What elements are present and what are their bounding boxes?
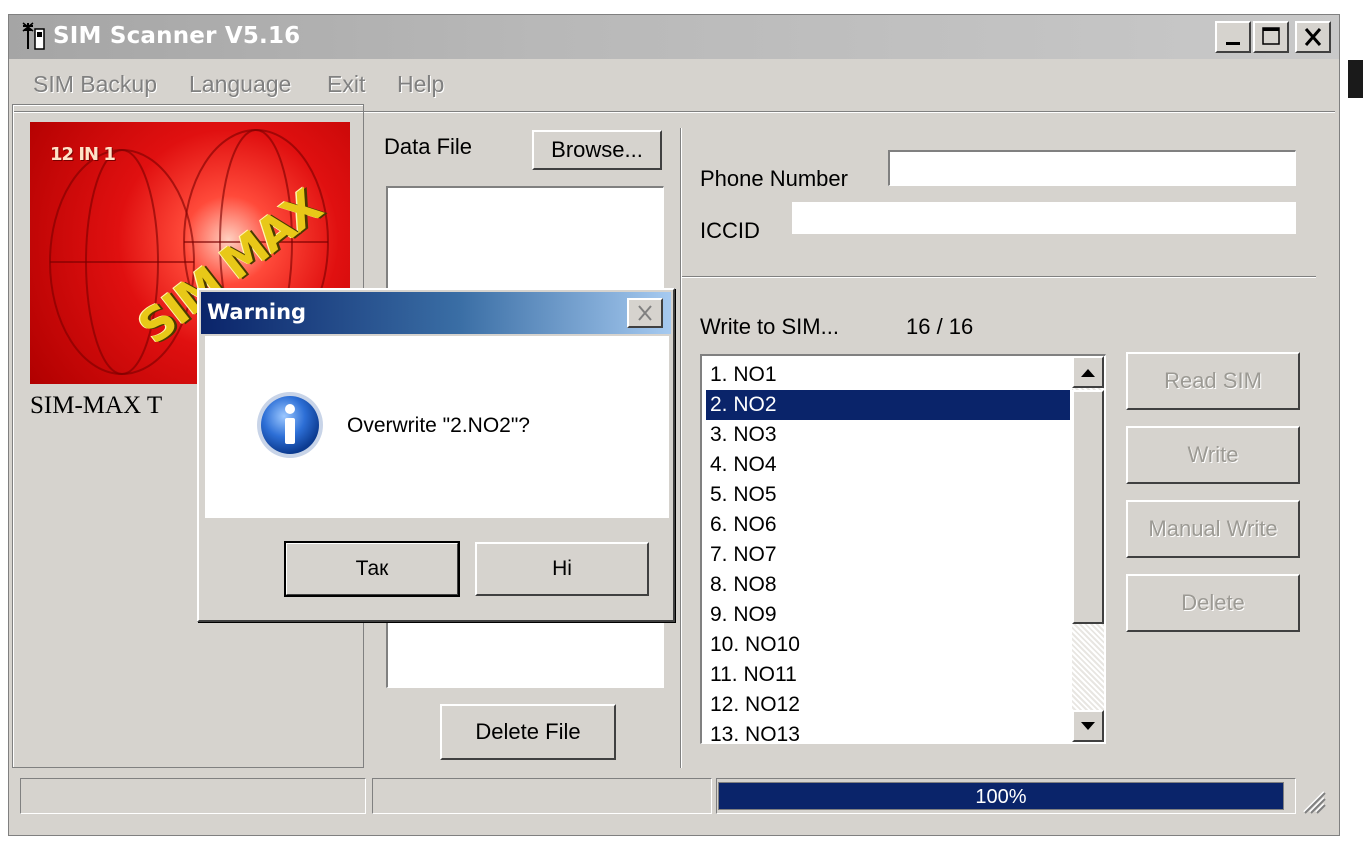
data-file-label: Data File — [384, 134, 473, 159]
scroll-up-button[interactable] — [1072, 356, 1104, 388]
column-separator — [680, 128, 682, 768]
resize-grip-icon[interactable] — [1296, 784, 1326, 814]
maximize-button[interactable] — [1253, 21, 1289, 53]
list-item[interactable]: 2. NO2 — [706, 390, 1070, 420]
minimize-button[interactable] — [1215, 21, 1251, 53]
logo-caption: SIM-MAX T — [30, 392, 163, 419]
manual-write-button[interactable]: Manual Write — [1126, 500, 1300, 558]
progress-bar: 100% — [718, 782, 1284, 810]
browse-button[interactable]: Browse... — [532, 130, 662, 170]
write-to-sim-label: Write to SIM... — [700, 314, 839, 339]
list-item[interactable]: 7. NO7 — [706, 540, 1070, 570]
list-item[interactable]: 10. NO10 — [706, 630, 1070, 660]
close-icon — [1304, 28, 1322, 46]
status-panel-2 — [372, 778, 712, 814]
delete-button[interactable]: Delete — [1126, 574, 1300, 632]
dialog-body: Overwrite "2.NO2"? — [205, 336, 669, 518]
arrow-down-icon — [1081, 722, 1095, 730]
phone-number-label: Phone Number — [700, 166, 848, 191]
yes-button[interactable]: Так — [284, 541, 460, 597]
list-item[interactable]: 11. NO11 — [706, 660, 1070, 690]
list-item[interactable]: 6. NO6 — [706, 510, 1070, 540]
menu-bar: SIM Backup Language Exit Help — [9, 63, 1339, 105]
close-icon — [638, 305, 652, 321]
read-sim-button[interactable]: Read SIM — [1126, 352, 1300, 410]
list-item[interactable]: 12. NO12 — [706, 690, 1070, 720]
phone-number-field[interactable] — [888, 150, 1296, 186]
no-button[interactable]: Hi — [475, 542, 649, 596]
menu-help[interactable]: Help — [397, 71, 444, 98]
write-count: 16 / 16 — [906, 314, 974, 339]
fields-separator — [682, 276, 1316, 278]
title-bar[interactable]: SIM Scanner V5.16 — [9, 15, 1339, 59]
list-item[interactable]: 3. NO3 — [706, 420, 1070, 450]
info-icon — [257, 392, 323, 458]
list-item[interactable]: 9. NO9 — [706, 600, 1070, 630]
background-window-dark-edge — [1348, 60, 1363, 98]
list-item[interactable]: 13. NO13 — [706, 720, 1070, 743]
list-item[interactable]: 5. NO5 — [706, 480, 1070, 510]
scroll-thumb[interactable] — [1072, 390, 1104, 624]
iccid-field[interactable] — [792, 202, 1296, 234]
dialog-title-bar[interactable]: Warning — [201, 292, 671, 334]
list-scrollbar[interactable] — [1072, 356, 1104, 742]
screen: SIM Scanner V5.16 SIM Backup Language Ex… — [0, 0, 1363, 845]
background-window-edge — [1340, 0, 1363, 845]
iccid-label: ICCID — [700, 218, 760, 243]
list-item[interactable]: 1. NO1 — [706, 360, 1070, 390]
scroll-down-button[interactable] — [1072, 710, 1104, 742]
maximize-icon — [1262, 27, 1280, 45]
menu-language[interactable]: Language — [189, 71, 291, 98]
minimize-icon — [1226, 42, 1240, 45]
close-button[interactable] — [1295, 21, 1331, 53]
dialog-title: Warning — [207, 300, 307, 324]
menu-exit[interactable]: Exit — [327, 71, 365, 98]
menu-sim-backup[interactable]: SIM Backup — [33, 71, 157, 98]
logo-badge: 12 IN 1 — [50, 144, 116, 165]
status-panel-1 — [20, 778, 366, 814]
delete-file-button[interactable]: Delete File — [440, 704, 616, 760]
list-item[interactable]: 8. NO8 — [706, 570, 1070, 600]
arrow-up-icon — [1081, 369, 1095, 377]
sim-slot-list[interactable]: 1. NO1 2. NO2 3. NO3 4. NO4 5. NO5 6. NO6 7. N… — [700, 354, 1106, 744]
dialog-message: Overwrite "2.NO2"? — [347, 414, 530, 437]
warning-dialog: Warning Overwrite "2.NO2"? Так Hi — [197, 288, 675, 622]
window-title: SIM Scanner V5.16 — [53, 23, 301, 49]
write-button[interactable]: Write — [1126, 426, 1300, 484]
dialog-close-button[interactable] — [627, 298, 663, 328]
antenna-phone-icon — [22, 22, 45, 50]
list-item[interactable]: 4. NO4 — [706, 450, 1070, 480]
